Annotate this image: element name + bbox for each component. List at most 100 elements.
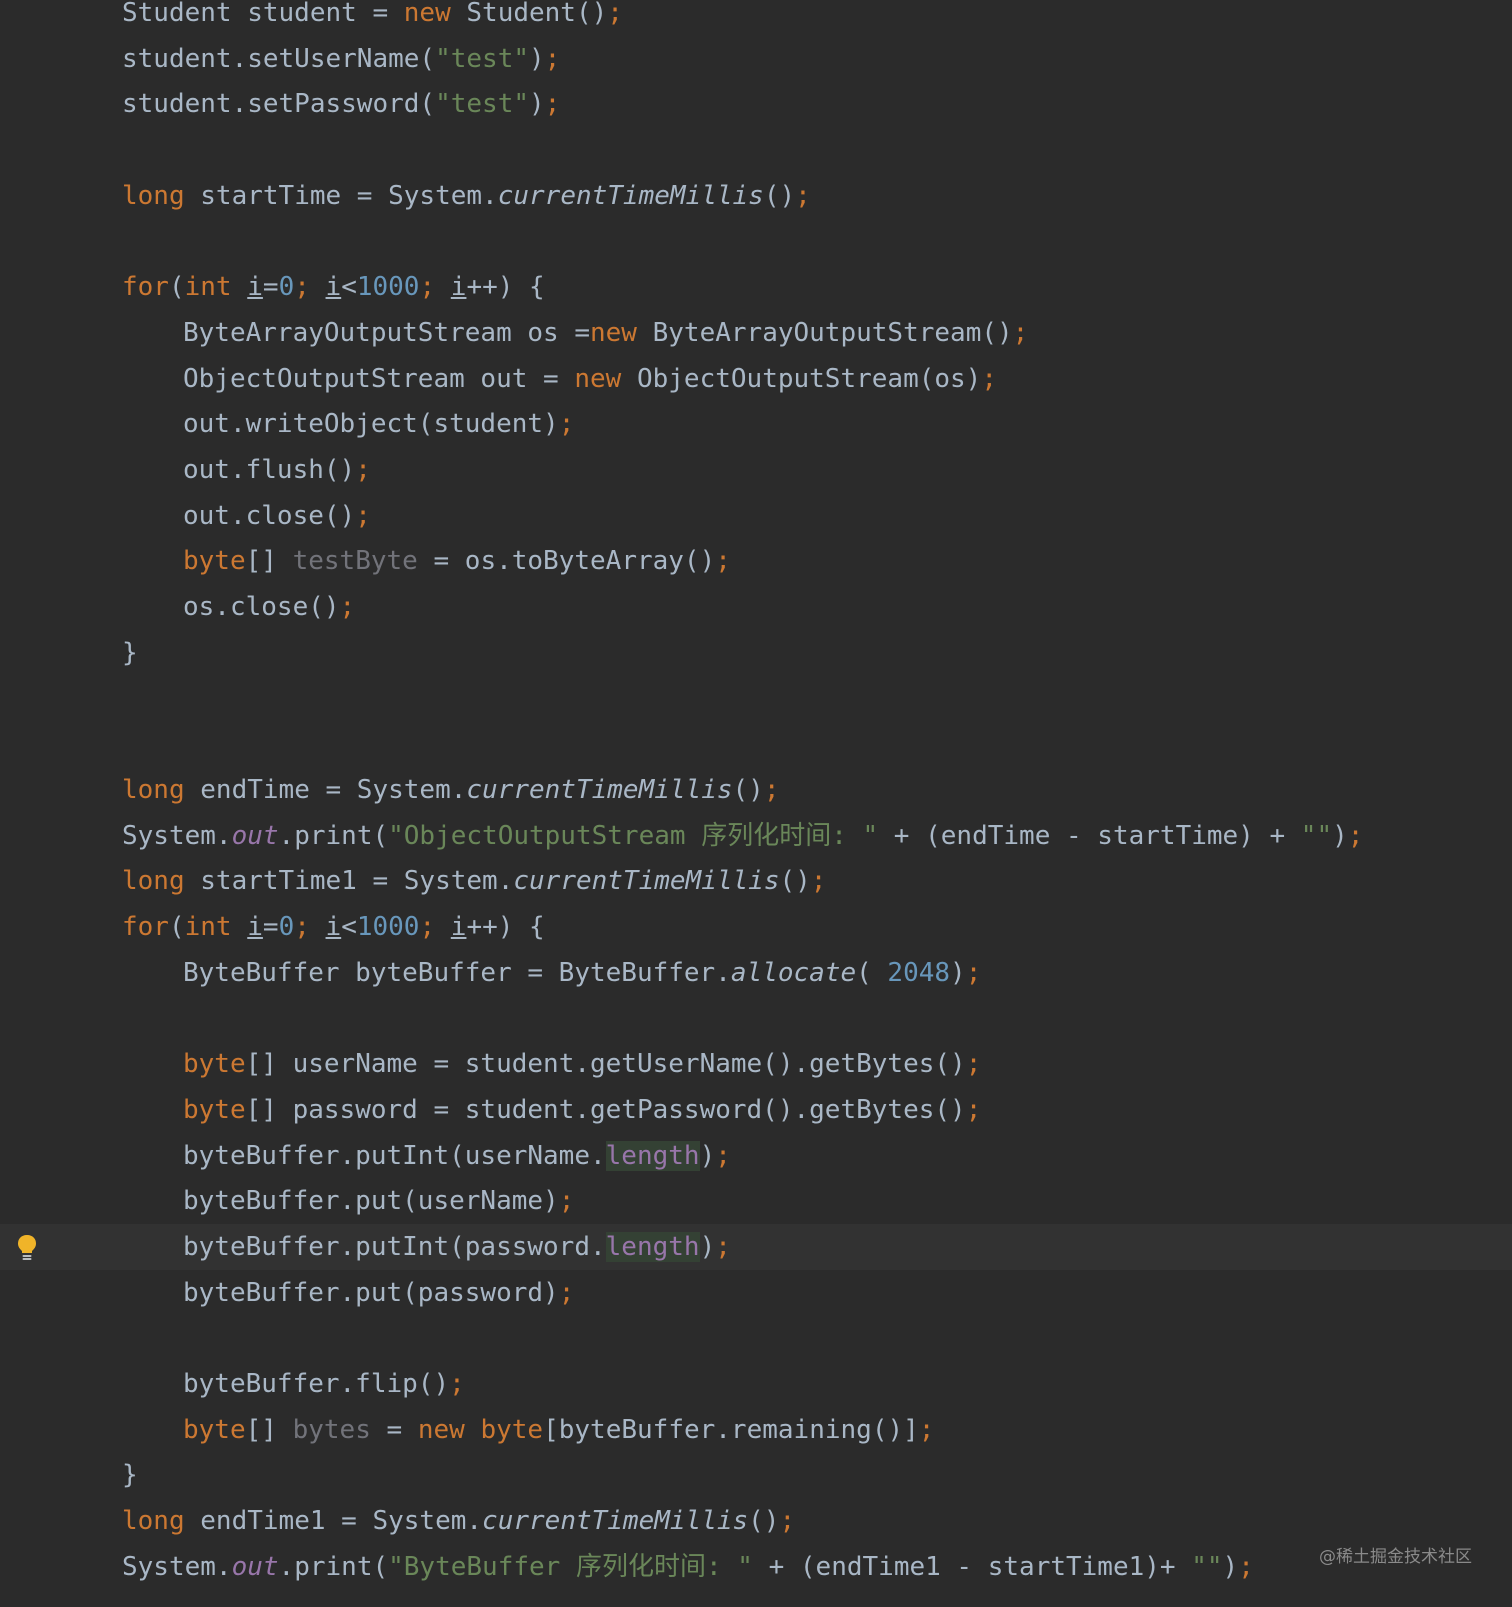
code-token: [byteBuffer.remaining()] <box>543 1414 919 1445</box>
code-line[interactable]: byte[] password = student.getPassword().… <box>0 1087 1512 1133</box>
code-line[interactable]: ObjectOutputStream out = new ObjectOutpu… <box>0 356 1512 402</box>
code-token: new <box>403 0 451 28</box>
lightbulb-icon[interactable] <box>16 1234 38 1262</box>
code-line[interactable]: os.close(); <box>0 584 1512 630</box>
code-token: ; <box>558 409 575 440</box>
code-token: testByte <box>292 546 418 577</box>
code-token: ; <box>355 455 371 485</box>
code-token: ; <box>1238 1551 1254 1582</box>
code-text: } <box>122 630 138 676</box>
code-token: out <box>231 1551 279 1582</box>
code-token: allocate <box>730 957 857 988</box>
code-line[interactable] <box>0 721 1512 767</box>
code-token: ; <box>763 774 780 805</box>
code-token: i <box>325 912 342 942</box>
code-line[interactable]: out.flush(); <box>0 447 1512 493</box>
code-token: [] userName = student.getUserName().getB… <box>245 1049 966 1080</box>
code-text: out.flush(); <box>183 447 371 493</box>
code-token: 1000 <box>356 912 420 942</box>
code-token: currentTimeMillis <box>513 866 780 897</box>
code-text: byteBuffer.putInt(password.length); <box>183 1224 731 1270</box>
code-line[interactable]: byte[] testByte = os.toByteArray(); <box>0 538 1512 584</box>
code-text: Student student = new Student(); <box>122 0 623 36</box>
code-token: byte <box>183 546 246 577</box>
code-line[interactable]: for(int i=0; i<1000; i++) { <box>0 904 1512 950</box>
code-line[interactable]: byteBuffer.putInt(userName.length); <box>0 1133 1512 1179</box>
code-token: ; <box>419 912 436 942</box>
code-token: ( <box>168 272 185 303</box>
code-text: byte[] userName = student.getUserName().… <box>183 1041 981 1087</box>
code-editor[interactable]: Student student = new Student(); student.… <box>0 0 1512 1607</box>
code-line[interactable] <box>0 676 1512 722</box>
code-line[interactable]: byte[] bytes = new byte[byteBuffer.remai… <box>0 1407 1512 1453</box>
code-line[interactable]: student.setUserName("test"); <box>0 36 1512 82</box>
code-token: ; <box>715 1140 731 1171</box>
code-line[interactable]: System.out.print("ByteBuffer 序列化时间: " + … <box>0 1544 1512 1590</box>
code-token: .print( <box>278 820 389 851</box>
code-token: os.close() <box>183 592 340 623</box>
code-line[interactable] <box>0 995 1512 1041</box>
code-token: long <box>122 866 185 897</box>
code-token: 0 <box>278 912 295 942</box>
code-token: ; <box>339 592 356 623</box>
code-line[interactable]: student.setPassword("test"); <box>0 81 1512 127</box>
code-line[interactable] <box>0 219 1512 265</box>
code-token: ObjectOutputStream out = <box>183 363 575 394</box>
code-text: long startTime = System.currentTimeMilli… <box>122 173 811 219</box>
code-line[interactable] <box>0 1315 1512 1361</box>
code-line[interactable]: for(int i=0; i<1000; i++) { <box>0 264 1512 310</box>
code-line[interactable]: } <box>0 1452 1512 1498</box>
code-token: byte <box>183 1414 246 1445</box>
code-line[interactable]: ByteArrayOutputStream os =new ByteArrayO… <box>0 310 1512 356</box>
code-line[interactable]: out.close(); <box>0 493 1512 539</box>
code-line[interactable]: ByteBuffer byteBuffer = ByteBuffer.alloc… <box>0 950 1512 996</box>
code-line[interactable] <box>0 127 1512 173</box>
code-token: ) <box>529 89 545 120</box>
code-line[interactable]: byteBuffer.put(userName); <box>0 1178 1512 1224</box>
code-line[interactable]: long startTime1 = System.currentTimeMill… <box>0 858 1512 904</box>
code-token: } <box>122 1460 138 1491</box>
code-text: ByteBuffer byteBuffer = ByteBuffer.alloc… <box>183 950 981 996</box>
code-token: Student student = <box>122 0 404 28</box>
code-text: } <box>122 1452 138 1498</box>
code-token: long <box>122 774 185 805</box>
code-token: + (endTime1 - startTime1)+ <box>752 1551 1192 1582</box>
code-token: ; <box>779 1506 796 1537</box>
code-token: ++) { <box>466 272 545 303</box>
code-token: [] <box>245 1414 293 1445</box>
code-token: out.close() <box>183 500 356 531</box>
code-token: ; <box>558 1277 575 1308</box>
code-line[interactable]: byteBuffer.put(password); <box>0 1270 1512 1316</box>
code-line[interactable]: byte[] userName = student.getUserName().… <box>0 1041 1512 1087</box>
code-token: i <box>450 912 467 942</box>
code-line[interactable]: byteBuffer.putInt(password.length); <box>0 1223 1512 1270</box>
code-token: "ObjectOutputStream 序列化时间: " <box>388 820 879 851</box>
code-line[interactable]: out.writeObject(student); <box>0 401 1512 447</box>
code-line[interactable]: } <box>0 630 1512 676</box>
code-token: long <box>122 180 185 211</box>
code-line[interactable]: long endTime = System.currentTimeMillis(… <box>0 767 1512 813</box>
code-line[interactable]: Student student = new Student(); <box>0 0 1512 36</box>
code-text: long startTime1 = System.currentTimeMill… <box>122 858 826 904</box>
code-token: ) <box>529 43 545 74</box>
code-token: + (endTime - startTime) + <box>878 820 1301 851</box>
code-text: System.out.print("ObjectOutputStream 序列化… <box>122 813 1363 859</box>
code-token: currentTimeMillis <box>482 1506 749 1537</box>
code-line[interactable]: long startTime = System.currentTimeMilli… <box>0 173 1512 219</box>
code-token: = <box>262 912 279 942</box>
code-token: ; <box>981 363 997 394</box>
code-token: out.flush() <box>183 455 356 485</box>
code-line[interactable]: long endTime1 = System.currentTimeMillis… <box>0 1498 1512 1544</box>
code-token: student.setPassword( <box>122 89 436 120</box>
code-token: ; <box>544 43 561 74</box>
code-token: for <box>122 272 169 303</box>
code-token: () <box>779 866 811 897</box>
code-token: ; <box>965 1049 982 1080</box>
code-token: .print( <box>278 1551 389 1582</box>
code-token: ; <box>1012 317 1029 348</box>
code-line[interactable]: byteBuffer.flip(); <box>0 1361 1512 1407</box>
code-line[interactable]: System.out.print("ObjectOutputStream 序列化… <box>0 813 1512 859</box>
